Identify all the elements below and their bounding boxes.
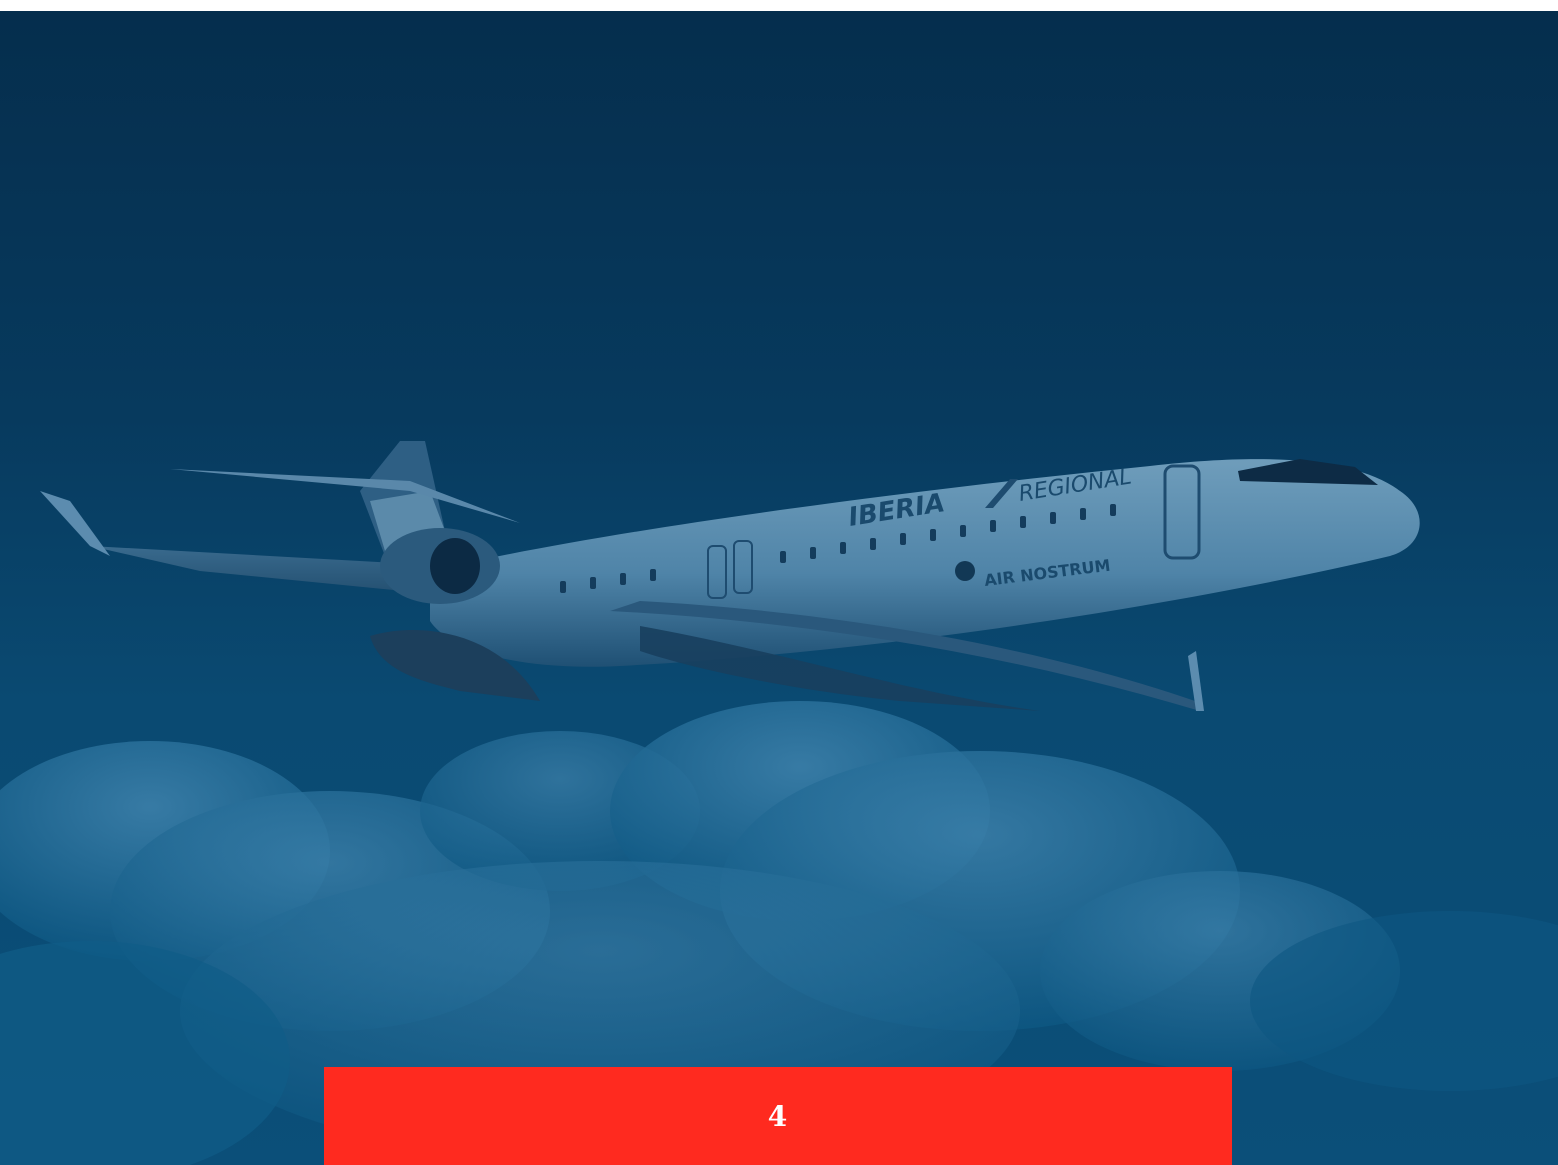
cover-photo-airplane-over-clouds: IBERIA REGIONAL AIR NOSTRUM bbox=[0, 11, 1558, 1165]
document-page: IBERIA REGIONAL AIR NOSTRUM 4 bbox=[0, 0, 1558, 1165]
page-number-bar: 4 bbox=[324, 1067, 1232, 1165]
airplane-photo-illustration: IBERIA REGIONAL AIR NOSTRUM bbox=[0, 441, 1558, 1165]
page-number: 4 bbox=[767, 1099, 789, 1133]
